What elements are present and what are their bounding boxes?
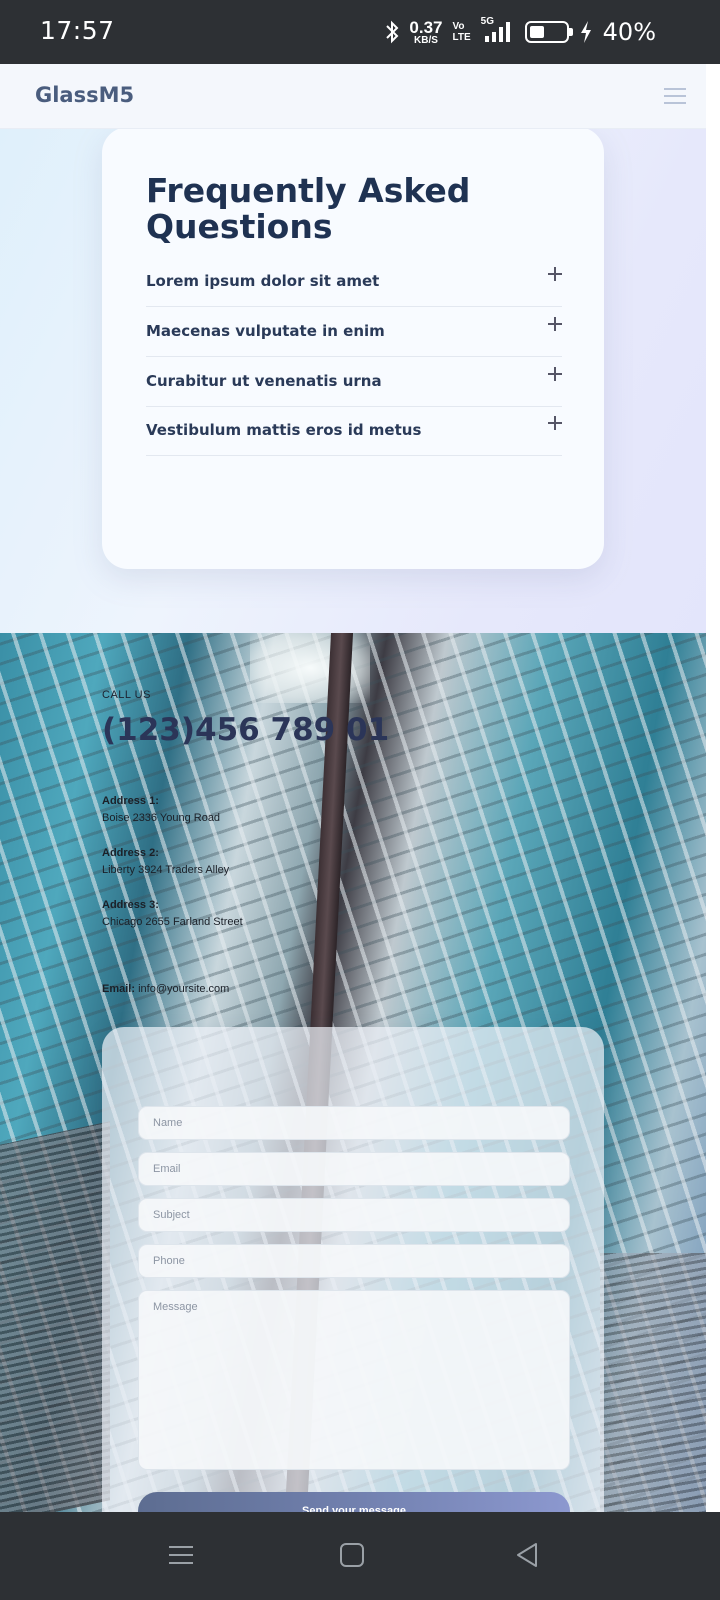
subject-input[interactable]: Subject <box>138 1198 570 1232</box>
plus-icon[interactable] <box>548 267 562 281</box>
status-bar: 17:57 0.37 KB/S Vo LTE 5G 40% <box>0 0 720 64</box>
back-icon[interactable] <box>512 1540 542 1570</box>
signal-icon: 5G <box>481 16 515 44</box>
volte-indicator: Vo LTE <box>453 21 471 43</box>
email-link[interactable]: info@yoursite.com <box>138 983 229 995</box>
name-input[interactable]: Name <box>138 1106 570 1140</box>
address-label: Address 2: <box>102 847 159 859</box>
menu-icon[interactable] <box>166 1540 196 1570</box>
background-building-right <box>600 1253 706 1512</box>
address-2: Address 2: Liberty 3924 Traders Alley <box>102 845 229 879</box>
brand-logo[interactable]: GlassM5 <box>35 83 134 107</box>
battery-icon <box>524 21 573 43</box>
address-label: Address 3: <box>102 899 159 911</box>
volte-bottom: LTE <box>452 32 471 43</box>
status-icons: 0.37 KB/S Vo LTE 5G 40% <box>385 16 656 48</box>
message-textarea[interactable]: Message <box>138 1290 570 1470</box>
home-icon[interactable] <box>340 1543 364 1567</box>
address-value: Boise 2336 Young Road <box>102 812 221 824</box>
net-speed-unit: KB/S <box>414 34 438 46</box>
net-speed: 0.37 KB/S <box>409 19 442 46</box>
plus-icon[interactable] <box>548 317 562 331</box>
faq-question: Maecenas vulputate in enim <box>146 322 385 340</box>
faq-item[interactable]: Curabitur ut venenatis urna <box>146 357 562 407</box>
charging-icon <box>579 20 593 44</box>
web-viewport: GlassM5 Frequently Asked Questions Lorem… <box>0 64 706 1512</box>
address-label: Address 1: <box>102 795 159 807</box>
faq-item[interactable]: Lorem ipsum dolor sit amet <box>146 257 562 307</box>
site-header: GlassM5 <box>0 64 706 129</box>
plus-icon[interactable] <box>548 416 562 430</box>
background-building-left <box>0 1121 110 1512</box>
volte-top: Vo <box>452 21 465 32</box>
contact-form: Name Email Subject Phone Message Send yo… <box>102 1027 604 1512</box>
send-message-button[interactable]: Send your message <box>138 1492 570 1512</box>
address-value: Liberty 3924 Traders Alley <box>102 864 230 876</box>
bluetooth-icon <box>385 20 399 44</box>
email-input[interactable]: Email <box>138 1152 570 1186</box>
faq-item[interactable]: Vestibulum mattis eros id metus <box>146 406 562 456</box>
faq-section: Frequently Asked Questions Lorem ipsum d… <box>0 127 706 633</box>
call-us-label: CALL US <box>102 689 151 701</box>
system-nav-bar <box>0 1512 720 1600</box>
faq-question: Vestibulum mattis eros id metus <box>146 421 422 439</box>
network-type: 5G <box>480 16 494 27</box>
faq-question: Lorem ipsum dolor sit amet <box>146 272 380 290</box>
phone-number[interactable]: (123)456 789 01 <box>102 712 389 748</box>
email-line: Email: info@yoursite.com <box>102 983 229 995</box>
address-1: Address 1: Boise 2336 Young Road <box>102 793 220 827</box>
address-3: Address 3: Chicago 2655 Farland Street <box>102 897 243 931</box>
battery-fill <box>529 26 544 38</box>
status-time: 17:57 <box>40 16 115 45</box>
faq-title: Frequently Asked Questions <box>146 171 471 246</box>
net-speed-value: 0.37 <box>409 17 443 37</box>
email-label: Email: <box>102 983 136 995</box>
page-edge <box>706 64 720 1512</box>
contact-section: CALL US (123)456 789 01 Address 1: Boise… <box>0 633 706 1512</box>
phone-input[interactable]: Phone <box>138 1244 570 1278</box>
plus-icon[interactable] <box>548 367 562 381</box>
faq-item[interactable]: Maecenas vulputate in enim <box>146 307 562 357</box>
address-value: Chicago 2655 Farland Street <box>102 916 243 928</box>
faq-card: Frequently Asked Questions Lorem ipsum d… <box>102 127 604 569</box>
faq-question: Curabitur ut venenatis urna <box>146 372 382 390</box>
battery-percent: 40% <box>602 18 656 46</box>
hamburger-menu-icon[interactable] <box>664 88 686 104</box>
